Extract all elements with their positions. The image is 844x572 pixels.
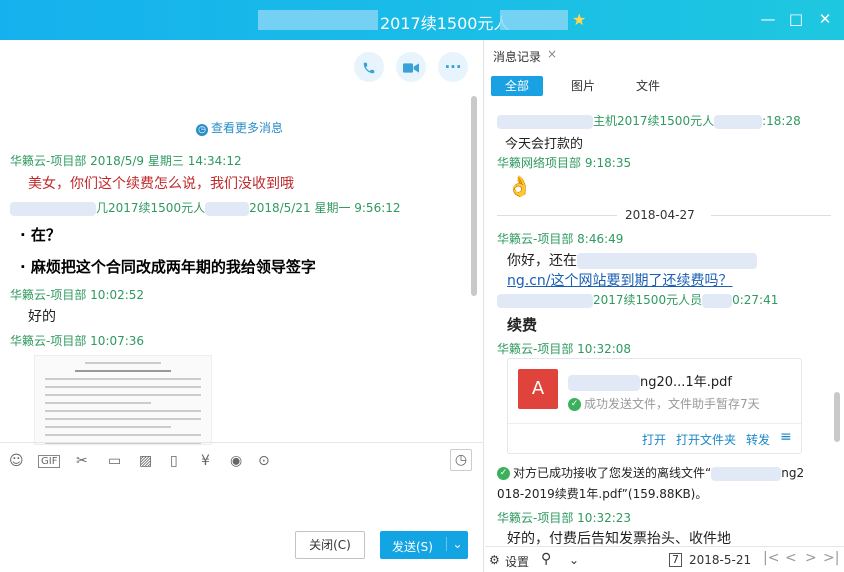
scrollbar-thumb[interactable] bbox=[834, 392, 840, 442]
settings-link[interactable]: 设置 bbox=[505, 553, 529, 570]
filter-images[interactable]: 图片 bbox=[557, 76, 609, 96]
history-sender: 主机2017续1500元人:18:28 bbox=[497, 112, 801, 129]
message-text: · 在？ bbox=[20, 226, 61, 244]
more-options-icon[interactable]: ··· bbox=[438, 52, 468, 82]
file-name[interactable]: ng20...1年.pdf bbox=[568, 371, 732, 391]
close-tab-icon[interactable]: × bbox=[547, 47, 557, 61]
history-sender: 华籁云-项目部 10:32:23 bbox=[497, 511, 632, 525]
redacted-region bbox=[205, 201, 250, 216]
red-packet-icon[interactable]: ¥ bbox=[201, 453, 210, 469]
redacted-region bbox=[10, 201, 96, 216]
date-separator: 2018-04-27 bbox=[497, 208, 831, 222]
message-text: 美女，你们这个续费怎么说，我们没收到哦 bbox=[28, 176, 294, 192]
history-message: 续费 bbox=[507, 316, 538, 334]
history-sender: 华籁云-项目部 8:46:49 bbox=[497, 232, 624, 246]
message-text: 好的 bbox=[28, 309, 56, 325]
message-sender: 华籁云-项目部 10:02:52 bbox=[10, 288, 145, 302]
message-history-pane: 消息记录 × 全部 图片 文件 主机2017续1500元人:18:28 今天会打… bbox=[485, 40, 844, 572]
chevron-down-icon[interactable]: ⌄ bbox=[569, 553, 579, 567]
chat-scrollbar[interactable] bbox=[470, 88, 478, 448]
ok-hand-emoji-icon: 👌 bbox=[507, 174, 532, 198]
history-sender: 华籁云-项目部 10:32:08 bbox=[497, 342, 632, 356]
history-message: 你好，还在 bbox=[507, 250, 757, 270]
close-chat-button[interactable]: 关闭(C) bbox=[295, 531, 365, 559]
view-more-messages-link[interactable]: ◷ 查看更多消息 bbox=[196, 119, 283, 136]
last-page-icon[interactable]: >| bbox=[823, 550, 839, 566]
history-date: 2018-5-21 bbox=[689, 553, 752, 567]
next-page-icon[interactable]: > bbox=[805, 550, 817, 566]
clock-icon: ◷ bbox=[196, 124, 208, 136]
send-button[interactable]: 发送(S) ⌄ bbox=[380, 531, 468, 559]
shake-icon[interactable]: ▯ bbox=[170, 453, 178, 469]
history-message: 今天会打款的 bbox=[505, 137, 584, 152]
window-title: 2017续1500元人 bbox=[380, 14, 510, 33]
redacted-region bbox=[497, 293, 593, 308]
redacted-region bbox=[500, 10, 568, 30]
input-toolbar: ☺ GIF ✂ ▭ ▨ ▯ ¥ ◉ ⊙ ◷ bbox=[0, 442, 484, 478]
redacted-region bbox=[711, 466, 782, 481]
receipt-notice: ✓ 对方已成功接收了您发送的离线文件“ ng2 bbox=[497, 464, 804, 481]
first-page-icon[interactable]: |< bbox=[763, 550, 779, 566]
chat-pane: ··· ◷ 查看更多消息 华籁云-项目部 2018/5/9 星期三 14:34:1… bbox=[0, 40, 484, 572]
voice-icon[interactable]: ◉ bbox=[230, 453, 242, 469]
history-footer: ⚙ 设置 ⚲ ⌄ 7 2018-5-21 |< < > >| bbox=[485, 546, 844, 572]
message-sender: 几2017续1500元人 2018/5/21 星期一 9:56:12 bbox=[10, 199, 401, 216]
message-text: · 麻烦把这个合同改成两年期的我给领导签字 bbox=[20, 258, 316, 276]
filter-files[interactable]: 文件 bbox=[622, 76, 674, 96]
open-file-link[interactable]: 打开 bbox=[642, 431, 666, 448]
file-card: A ng20...1年.pdf ✓ 成功发送文件，文件助手暂存7天 打开 打开文件… bbox=[507, 358, 802, 454]
history-message: 好的，付费后告知发票抬头、收件地 bbox=[507, 531, 731, 547]
minimize-button[interactable]: — bbox=[758, 10, 778, 28]
filter-all[interactable]: 全部 bbox=[491, 76, 544, 96]
redacted-region bbox=[577, 253, 757, 269]
check-icon: ✓ bbox=[568, 398, 581, 411]
contract-document-preview[interactable] bbox=[34, 355, 212, 445]
title-bar: 2017续1500元人 ★ — □ ✕ bbox=[0, 0, 844, 40]
prev-page-icon[interactable]: < bbox=[785, 550, 797, 566]
history-scrollbar[interactable] bbox=[833, 102, 841, 542]
image-icon[interactable]: ▨ bbox=[139, 453, 152, 469]
message-sender: 华籁云-项目部 2018/5/9 星期三 14:34:12 bbox=[10, 154, 242, 168]
history-sender: 华籁网络项目部 9:18:35 bbox=[497, 156, 632, 170]
history-filters: 全部 图片 文件 bbox=[485, 74, 844, 100]
scrollbar-thumb[interactable] bbox=[471, 96, 477, 296]
redacted-region bbox=[714, 114, 763, 129]
more-tools-icon[interactable]: ⊙ bbox=[258, 453, 270, 469]
open-folder-link[interactable]: 打开文件夹 bbox=[676, 431, 736, 448]
history-tab[interactable]: 消息记录 bbox=[493, 48, 541, 65]
receipt-notice: 018-2019续费1年.pdf”(159.88KB)。 bbox=[497, 487, 708, 501]
star-icon[interactable]: ★ bbox=[572, 10, 586, 29]
pdf-icon: A bbox=[518, 369, 558, 409]
redacted-region bbox=[568, 374, 640, 391]
scissors-icon[interactable]: ✂ bbox=[76, 453, 88, 469]
redacted-region bbox=[702, 293, 733, 308]
close-button[interactable]: ✕ bbox=[815, 10, 835, 28]
history-sender: 2017续1500元人员 0:27:41 bbox=[497, 291, 778, 308]
folder-icon[interactable]: ▭ bbox=[108, 453, 121, 469]
calendar-icon[interactable]: 7 bbox=[669, 553, 682, 567]
message-sender: 华籁云-项目部 10:07:36 bbox=[10, 334, 145, 348]
video-call-icon[interactable] bbox=[396, 52, 426, 82]
history-message-link[interactable]: ng.cn/这个网站要到期了还续费吗？ bbox=[507, 270, 733, 290]
history-clock-icon[interactable]: ◷ bbox=[450, 449, 472, 471]
forward-file-link[interactable]: 转发 bbox=[746, 431, 770, 448]
phone-icon[interactable] bbox=[354, 52, 384, 82]
settings-icon[interactable]: ⚙ bbox=[489, 553, 500, 567]
send-options-chevron-icon[interactable]: ⌄ bbox=[446, 537, 468, 551]
gif-icon[interactable]: GIF bbox=[38, 455, 61, 468]
maximize-button[interactable]: □ bbox=[786, 10, 806, 28]
redacted-region bbox=[497, 114, 593, 129]
file-status: ✓ 成功发送文件，文件助手暂存7天 bbox=[568, 395, 760, 412]
emoji-icon[interactable]: ☺ bbox=[9, 453, 24, 469]
search-icon[interactable]: ⚲ bbox=[541, 551, 551, 567]
menu-icon[interactable]: ≡ bbox=[780, 429, 792, 445]
check-icon: ✓ bbox=[497, 467, 510, 480]
